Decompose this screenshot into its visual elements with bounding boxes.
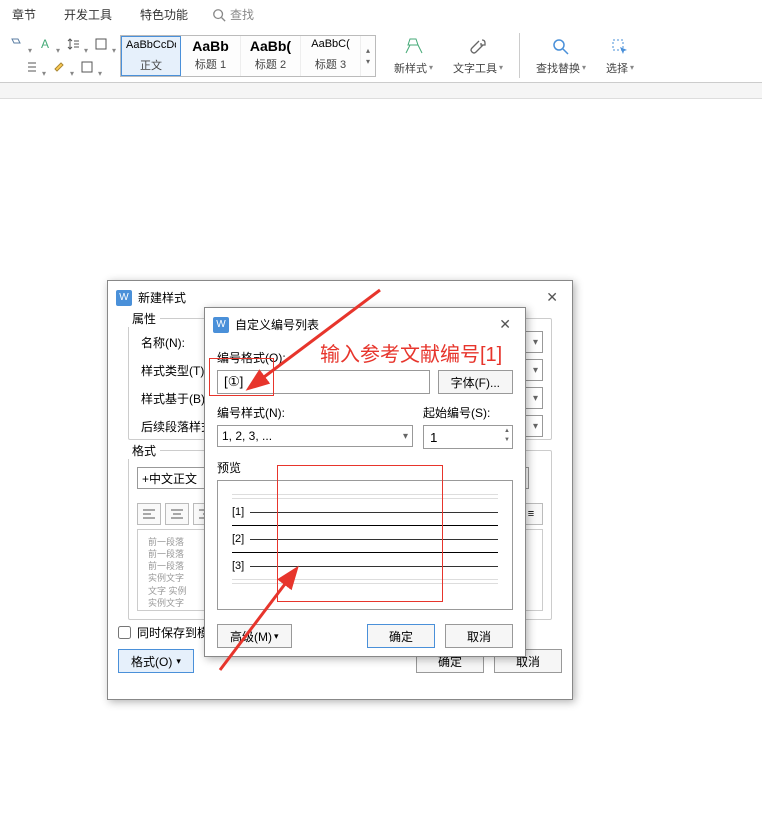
cancel-button-numlist[interactable]: 取消	[445, 624, 513, 648]
align-center-button[interactable]	[165, 503, 189, 525]
number-style-select[interactable]: 1, 2, 3, ...	[217, 425, 413, 447]
styles-dropdown[interactable]: ▴▾	[361, 36, 375, 76]
app-icon: W	[116, 290, 132, 306]
new-style-icon	[404, 37, 424, 57]
search-icon	[212, 8, 226, 22]
style-item-heading2[interactable]: AaBb( 标题 2	[241, 36, 301, 76]
start-number-input[interactable]	[423, 425, 513, 449]
number-preview-box: [1] [2] [3]	[217, 480, 513, 610]
dialog-title-numlist: 自定义编号列表	[235, 316, 319, 333]
styles-gallery: AaBbCcDd 正文 AaBb 标题 1 AaBb( 标题 2 AaBbC( …	[120, 35, 376, 77]
dialog-title: 新建样式	[138, 289, 186, 306]
find-replace-button[interactable]: 查找替换▾	[526, 34, 596, 78]
magnifier-icon	[551, 37, 571, 57]
font-a-button[interactable]: A	[34, 33, 56, 55]
ribbon-tab-special[interactable]: 特色功能	[136, 4, 192, 25]
ribbon-tab-devtools[interactable]: 开发工具	[60, 4, 116, 25]
search-placeholder: 查找	[230, 6, 254, 23]
preview-label: 预览	[217, 459, 513, 476]
annotation-text: 输入参考文献编号[1]	[320, 338, 502, 367]
close-button[interactable]: ✕	[540, 287, 564, 308]
app-icon: W	[213, 317, 229, 333]
ribbon-tabs: 章节 开发工具 特色功能 查找	[0, 0, 762, 29]
advanced-button[interactable]: 高级(M) ▾	[217, 624, 292, 648]
number-style-label: 编号样式(N):	[217, 404, 413, 421]
align-left-button[interactable]	[137, 503, 161, 525]
save-to-template-checkbox[interactable]	[118, 626, 131, 639]
format-paint-button[interactable]	[6, 33, 28, 55]
ribbon-content: A AaBbCcDd 正文 AaBb 标题 1 AaBb( 标题 2	[0, 29, 762, 83]
select-button[interactable]: 选择▾	[596, 34, 644, 78]
style-item-heading3[interactable]: AaBbC( 标题 3	[301, 36, 361, 76]
section-format-label: 格式	[128, 442, 160, 459]
document-background	[0, 83, 762, 99]
section-properties-label: 属性	[128, 310, 160, 327]
ribbon-tab-section[interactable]: 章节	[8, 4, 40, 25]
new-style-button[interactable]: 新样式▾	[384, 34, 443, 78]
style-item-normal[interactable]: AaBbCcDd 正文	[121, 36, 181, 76]
ok-button-numlist[interactable]: 确定	[367, 624, 435, 648]
line-spacing-button[interactable]	[62, 33, 84, 55]
cursor-select-icon	[610, 37, 630, 57]
start-number-label: 起始编号(S):	[423, 404, 513, 421]
format-dropdown-button[interactable]: 格式(O) ▾	[118, 649, 194, 673]
list-button[interactable]	[20, 56, 42, 78]
close-button-numlist[interactable]: ✕	[493, 314, 517, 335]
border-button1[interactable]	[90, 33, 112, 55]
wrench-icon	[468, 37, 488, 57]
border-button2[interactable]	[76, 56, 98, 78]
highlight-button[interactable]	[48, 56, 70, 78]
font-button[interactable]: 字体(F)...	[438, 370, 513, 394]
number-format-input[interactable]	[217, 370, 430, 394]
style-item-heading1[interactable]: AaBb 标题 1	[181, 36, 241, 76]
save-checkbox-label: 同时保存到模	[137, 624, 209, 641]
text-tools-button[interactable]: 文字工具▾	[443, 34, 513, 78]
search-box[interactable]: 查找	[212, 6, 254, 23]
